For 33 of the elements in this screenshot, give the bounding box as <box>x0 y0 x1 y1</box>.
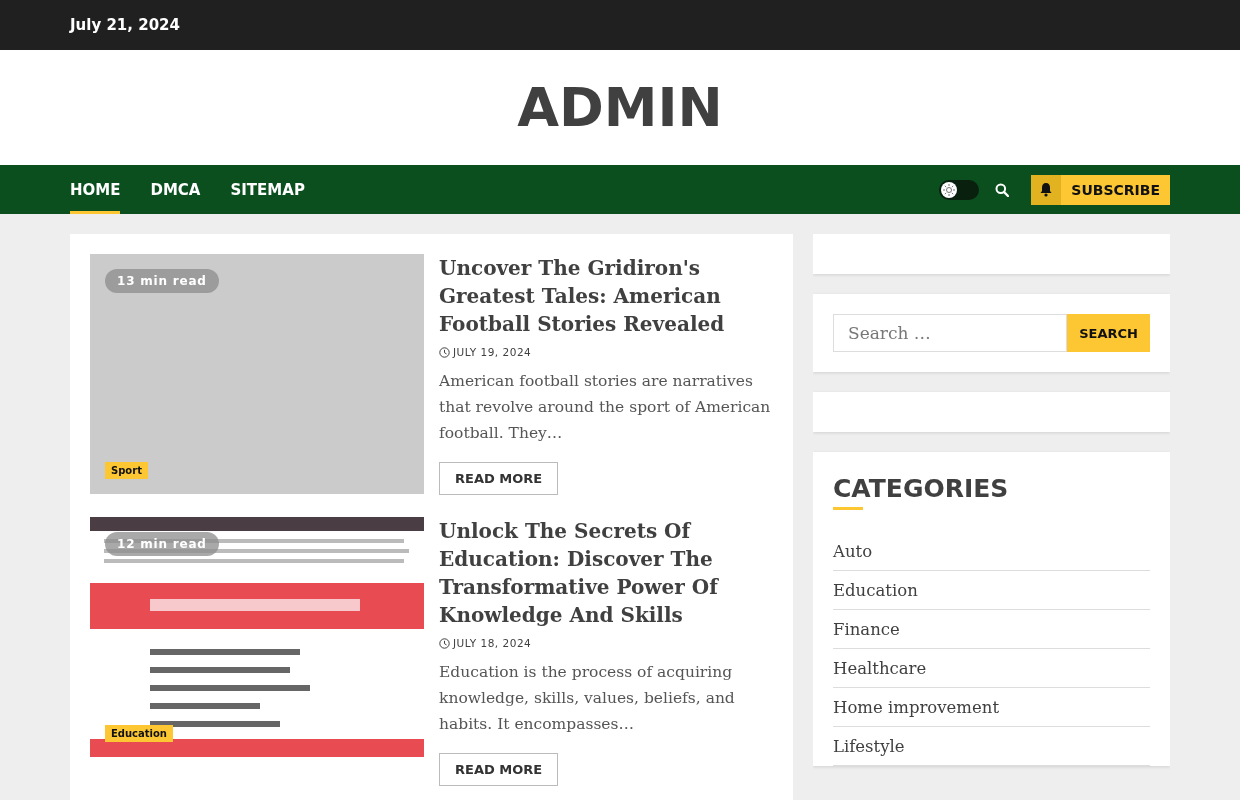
category-link[interactable]: Healthcare <box>833 659 927 678</box>
search-icon[interactable] <box>995 182 1010 197</box>
read-time-badge: 13 min read <box>105 269 219 293</box>
article-excerpt: Education is the process of acquiring knowledge, skills, values, beliefs, and habits. It encompasses… <box>439 662 736 735</box>
category-link[interactable]: Lifestyle <box>833 737 905 756</box>
search-button[interactable]: SEARCH <box>1067 314 1150 352</box>
post-date: JULY 18, 2024 <box>453 637 532 649</box>
category-link[interactable]: Education <box>833 581 918 600</box>
theme-toggle[interactable] <box>939 179 980 200</box>
article-excerpt: American football stories are narratives that revolve around the sport of American football. They… <box>439 371 772 444</box>
bell-icon <box>1039 182 1054 197</box>
sun-icon <box>941 181 958 198</box>
widget-title: CATEGORIES <box>833 473 1009 503</box>
category-link[interactable]: Auto <box>833 542 873 561</box>
search-field[interactable]: Search … <box>833 314 1068 352</box>
read-more-button[interactable]: READ MORE <box>439 462 559 495</box>
category-link[interactable]: Finance <box>833 620 900 639</box>
nav-link[interactable]: SITEMAP <box>230 165 305 214</box>
date-text: July 21, 2024 <box>70 16 180 34</box>
article-title[interactable]: Unlock The Secrets Of Education: Discover The Transformative Power Of Knowledge And Skills <box>439 517 773 629</box>
clock-icon <box>439 346 450 358</box>
nav-link[interactable]: DMCA <box>150 165 201 214</box>
category-link[interactable]: Home improvement <box>833 698 1000 717</box>
nav-link[interactable]: HOME <box>70 165 121 214</box>
post-date: JULY 19, 2024 <box>453 346 532 358</box>
read-time-badge: 12 min read <box>105 532 219 556</box>
clock-icon <box>439 637 450 649</box>
category-tag[interactable]: Sport <box>105 462 148 479</box>
category-tag[interactable]: Education <box>105 725 173 742</box>
article-title[interactable]: Uncover The Gridiron's Greatest Tales: American Football Stories Revealed <box>439 254 773 338</box>
read-more-button[interactable]: READ MORE <box>439 753 559 786</box>
subscribe-button[interactable]: SUBSCRIBE <box>1031 174 1170 205</box>
site-title[interactable]: ADMIN <box>517 76 723 139</box>
